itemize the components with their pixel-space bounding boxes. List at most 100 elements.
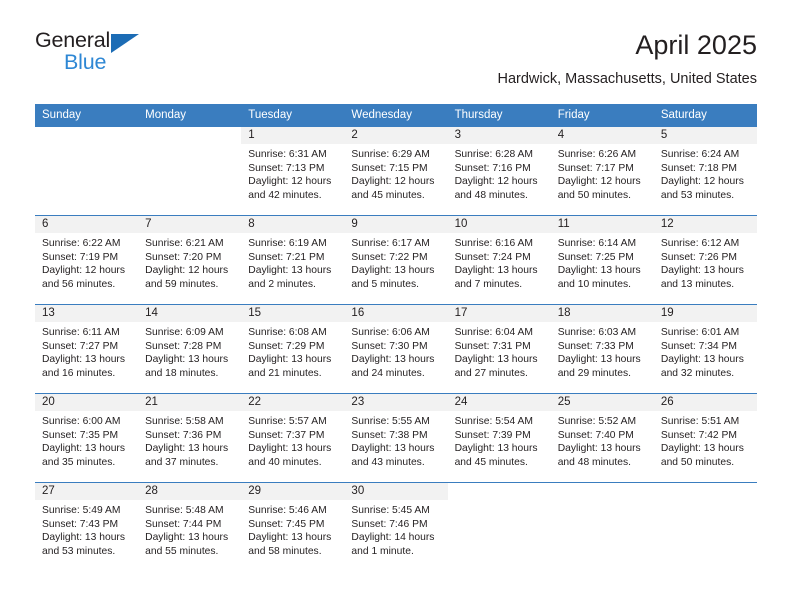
day-number: 26 [653,394,757,411]
calendar-day-cell[interactable]: 2 Sunrise: 6:29 AM Sunset: 7:15 PM Daylight… [344,126,448,216]
weekday-header-friday: Friday [550,104,654,127]
day-number: 5 [653,127,757,144]
day-info-line: Sunset: 7:21 PM [248,251,325,263]
day-sun-info: Sunrise: 6:09 AM Sunset: 7:28 PM Daylight:… [138,322,241,380]
calendar-day-cell[interactable]: 8 Sunrise: 6:19 AM Sunset: 7:21 PM Daylight… [241,215,345,305]
day-info-line: Daylight: 12 hours [145,265,229,277]
day-sun-info: Sunrise: 6:24 AM Sunset: 7:18 PM Daylight:… [654,144,757,202]
weekday-header-saturday: Saturday [653,104,757,127]
day-number: 2 [344,127,448,144]
day-number: 24 [447,394,551,411]
calendar-day-cell[interactable]: 29 Sunrise: 5:46 AM Sunset: 7:45 PM Dayligh… [241,482,345,571]
day-info-line: and 48 minutes. [557,456,631,468]
day-info-line: and 53 minutes. [42,545,116,557]
day-number: 1 [241,127,345,144]
day-info-line: Sunset: 7:17 PM [557,162,634,174]
day-info-line: Sunset: 7:33 PM [557,340,634,352]
day-sun-info: Sunrise: 6:26 AM Sunset: 7:17 PM Daylight:… [551,144,654,202]
day-info-line: Daylight: 13 hours [42,532,125,544]
calendar-day-cell[interactable]: 23 Sunrise: 5:55 AM Sunset: 7:38 PM Dayligh… [344,393,448,483]
day-sun-info: Sunrise: 5:55 AM Sunset: 7:38 PM Daylight:… [344,411,447,469]
day-info-line: Sunrise: 6:17 AM [351,238,430,249]
day-info-line: Sunset: 7:45 PM [248,518,325,530]
calendar-day-cell[interactable]: 4 Sunrise: 6:26 AM Sunset: 7:17 PM Daylight… [550,126,654,216]
calendar-day-cell[interactable]: 24 Sunrise: 5:54 AM Sunset: 7:39 PM Dayligh… [447,393,551,483]
calendar-day-cell[interactable]: 20 Sunrise: 6:00 AM Sunset: 7:35 PM Dayligh… [35,393,139,483]
calendar-day-cell[interactable]: 17 Sunrise: 6:04 AM Sunset: 7:31 PM Dayligh… [447,304,551,394]
calendar-day-cell[interactable]: 13 Sunrise: 6:11 AM Sunset: 7:27 PM Dayligh… [35,304,139,394]
calendar-day-cell[interactable]: 27 Sunrise: 5:49 AM Sunset: 7:43 PM Dayligh… [35,482,139,571]
calendar-day-cell[interactable]: 7 Sunrise: 6:21 AM Sunset: 7:20 PM Daylight… [138,215,242,305]
calendar-day-cell[interactable]: 6 Sunrise: 6:22 AM Sunset: 7:19 PM Daylight… [35,215,139,305]
day-info-line: Sunrise: 6:28 AM [454,149,533,160]
day-info-line: Sunset: 7:30 PM [351,340,428,352]
calendar-day-cell[interactable]: 18 Sunrise: 6:03 AM Sunset: 7:33 PM Dayligh… [550,304,654,394]
day-info-line: and 42 minutes. [248,189,322,201]
day-info-line: Sunset: 7:34 PM [660,340,737,352]
day-info-line: Sunset: 7:29 PM [248,340,325,352]
day-info-line: Daylight: 13 hours [248,265,332,277]
calendar-day-cell[interactable]: 25 Sunrise: 5:52 AM Sunset: 7:40 PM Dayligh… [550,393,654,483]
day-info-line: Daylight: 13 hours [557,354,641,366]
day-info-line: Sunrise: 5:57 AM [248,416,327,427]
calendar-day-cell[interactable]: 15 Sunrise: 6:08 AM Sunset: 7:29 PM Dayligh… [241,304,345,394]
calendar-day-cell[interactable]: 30 Sunrise: 5:45 AM Sunset: 7:46 PM Dayligh… [344,482,448,571]
day-sun-info: Sunrise: 6:14 AM Sunset: 7:25 PM Daylight:… [551,233,654,291]
day-sun-info: Sunrise: 5:49 AM Sunset: 7:43 PM Daylight:… [35,500,138,558]
day-number: 15 [241,305,345,322]
day-info-line: Daylight: 12 hours [248,176,332,188]
day-number: 29 [241,483,345,500]
calendar-day-cell[interactable]: 9 Sunrise: 6:17 AM Sunset: 7:22 PM Daylight… [344,215,448,305]
day-number: 30 [344,483,448,500]
calendar-day-cell[interactable]: 14 Sunrise: 6:09 AM Sunset: 7:28 PM Dayligh… [138,304,242,394]
day-sun-info: Sunrise: 6:12 AM Sunset: 7:26 PM Daylight:… [654,233,757,291]
calendar-day-cell[interactable]: 12 Sunrise: 6:12 AM Sunset: 7:26 PM Dayligh… [653,215,757,305]
calendar-day-cell[interactable]: 1 Sunrise: 6:31 AM Sunset: 7:13 PM Daylight… [241,126,345,216]
calendar-day-cell[interactable]: 26 Sunrise: 5:51 AM Sunset: 7:42 PM Dayligh… [653,393,757,483]
day-sun-info: Sunrise: 6:21 AM Sunset: 7:20 PM Daylight:… [138,233,241,291]
calendar-day-cell[interactable]: 11 Sunrise: 6:14 AM Sunset: 7:25 PM Dayligh… [550,215,654,305]
calendar-day-cell[interactable]: 5 Sunrise: 6:24 AM Sunset: 7:18 PM Daylight… [653,126,757,216]
calendar-day-cell[interactable]: 3 Sunrise: 6:28 AM Sunset: 7:16 PM Daylight… [447,126,551,216]
day-info-line: Sunset: 7:13 PM [248,162,325,174]
day-number: 7 [138,216,242,233]
day-info-line: Sunrise: 6:21 AM [145,238,224,249]
day-info-line: Daylight: 13 hours [145,354,229,366]
day-number: 12 [653,216,757,233]
day-info-line: Sunset: 7:42 PM [660,429,737,441]
day-info-line: Sunset: 7:22 PM [351,251,428,263]
calendar-empty-cell [138,126,242,216]
day-sun-info: Sunrise: 5:48 AM Sunset: 7:44 PM Daylight:… [138,500,241,558]
calendar-day-cell[interactable]: 22 Sunrise: 5:57 AM Sunset: 7:37 PM Dayligh… [241,393,345,483]
day-sun-info: Sunrise: 6:08 AM Sunset: 7:29 PM Daylight:… [241,322,344,380]
day-info-line: and 5 minutes. [351,278,419,290]
day-number: 20 [35,394,139,411]
day-info-line: and 24 minutes. [351,367,425,379]
calendar-body: 1 Sunrise: 6:31 AM Sunset: 7:13 PM Daylight… [35,126,757,571]
day-sun-info: Sunrise: 5:45 AM Sunset: 7:46 PM Daylight:… [344,500,447,558]
calendar-day-cell[interactable]: 19 Sunrise: 6:01 AM Sunset: 7:34 PM Dayligh… [653,304,757,394]
day-info-line: and 59 minutes. [145,278,219,290]
day-info-line: Sunrise: 5:55 AM [351,416,430,427]
day-sun-info: Sunrise: 5:57 AM Sunset: 7:37 PM Daylight:… [241,411,344,469]
weekday-header-sunday: Sunday [35,104,139,127]
calendar-day-cell[interactable]: 28 Sunrise: 5:48 AM Sunset: 7:44 PM Dayligh… [138,482,242,571]
calendar-day-cell[interactable]: 10 Sunrise: 6:16 AM Sunset: 7:24 PM Dayligh… [447,215,551,305]
day-info-line: and 45 minutes. [454,456,528,468]
day-sun-info: Sunrise: 6:19 AM Sunset: 7:21 PM Daylight:… [241,233,344,291]
day-info-line: and 56 minutes. [42,278,116,290]
general-blue-logo[interactable]: General Blue [35,28,165,84]
calendar-day-cell[interactable]: 16 Sunrise: 6:06 AM Sunset: 7:30 PM Dayligh… [344,304,448,394]
day-info-line: and 2 minutes. [248,278,316,290]
day-info-line: Sunset: 7:35 PM [42,429,119,441]
calendar-week-row: 1 Sunrise: 6:31 AM Sunset: 7:13 PM Daylight… [35,126,757,216]
day-info-line: and 40 minutes. [248,456,322,468]
calendar-day-cell[interactable]: 21 Sunrise: 5:58 AM Sunset: 7:36 PM Dayligh… [138,393,242,483]
day-info-line: Sunrise: 6:22 AM [42,238,121,249]
day-info-line: Daylight: 13 hours [454,354,538,366]
weekday-header-row: Sunday Monday Tuesday Wednesday Thursday… [35,104,757,127]
day-number: 10 [447,216,551,233]
day-info-line: Daylight: 13 hours [248,443,332,455]
day-info-line: and 48 minutes. [454,189,528,201]
day-info-line: Sunrise: 5:51 AM [660,416,740,427]
